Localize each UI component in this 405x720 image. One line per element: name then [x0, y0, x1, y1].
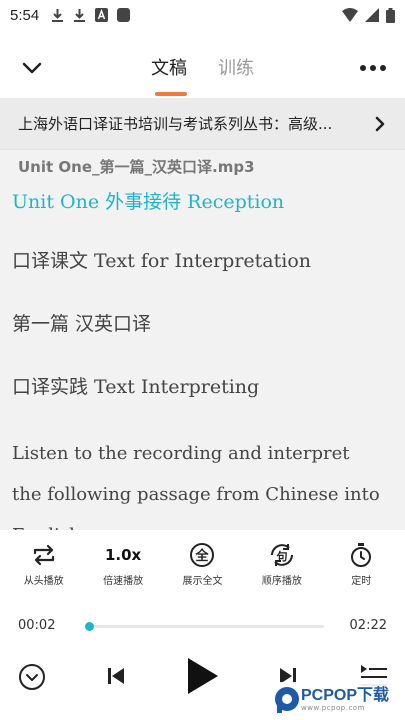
seek-track[interactable] — [85, 622, 324, 631]
tab-bar: 文稿 训练 — [0, 54, 405, 80]
transcript-line[interactable]: 口译课文 Text for Interpretation — [12, 246, 393, 273]
watermark-url: www.pcpop.com — [301, 704, 365, 712]
current-time: 00:02 — [18, 618, 56, 633]
sequential-play-icon: 句 — [270, 544, 293, 566]
pcpop-logo-icon — [275, 687, 299, 713]
progress-bar: 00:02 02:22 — [0, 616, 405, 638]
top-nav: 文稿 训练 — [0, 40, 405, 96]
transcript-area: 上海外语口译证书培训与考试系列丛书：高级... Unit One_第一篇_汉英口… — [0, 98, 405, 530]
collapse-icon[interactable] — [18, 663, 46, 691]
show-full-text-button[interactable]: 全 展示全文 — [166, 540, 238, 600]
play-icon[interactable] — [184, 656, 220, 696]
wifi-icon — [342, 8, 358, 22]
font-icon — [95, 8, 109, 22]
transcript-line[interactable]: 口译实践 Text Interpreting — [12, 372, 393, 399]
transcript-line-current[interactable]: Unit One 外事接待 Reception — [12, 187, 393, 214]
playback-options: 从头播放 1.0x 倍速播放 全 展示全文 句 顺序播放 定时 — [0, 540, 405, 600]
status-time: 5:54 — [10, 6, 40, 24]
seek-handle[interactable] — [85, 622, 95, 631]
previous-icon[interactable] — [106, 666, 126, 686]
control-label: 从头播放 — [23, 576, 64, 587]
download-icon — [74, 9, 86, 22]
transcript-text: Unit One 外事接待 Reception 口译课文 Text for In… — [0, 187, 405, 530]
download-icon — [52, 9, 64, 22]
app-icon — [117, 8, 131, 22]
transcript-line-text: English. — [12, 515, 393, 530]
full-text-icon: 全 — [190, 543, 215, 567]
sequential-play-button[interactable]: 句 顺序播放 — [246, 540, 318, 600]
transcript-line-text: the following passage from Chinese into — [12, 484, 380, 505]
control-label: 定时 — [351, 576, 372, 587]
watermark: PCPOP下载 www.pcpop.com — [273, 682, 401, 718]
total-time: 02:22 — [349, 618, 387, 633]
transcript-line[interactable]: Listen to the recording and interpret th… — [12, 433, 393, 530]
full-text-glyph: 全 — [195, 548, 210, 564]
control-label: 倍速播放 — [103, 576, 144, 587]
status-bar: 5:54 — [0, 0, 405, 30]
transcript-line[interactable]: 第一篇 汉英口译 — [12, 309, 393, 336]
watermark-brand: PCPOP下载 — [301, 687, 390, 704]
signal-icon — [365, 8, 379, 22]
tab-indicator — [155, 92, 187, 96]
more-options-icon[interactable] — [359, 64, 387, 72]
sequential-glyph: 句 — [276, 549, 287, 563]
replay-from-start-button[interactable]: 从头播放 — [8, 540, 80, 600]
timer-icon — [351, 543, 372, 567]
repeat-icon — [33, 544, 54, 566]
chevron-right-icon — [375, 116, 385, 131]
control-label: 展示全文 — [182, 576, 223, 587]
playback-speed-button[interactable]: 1.0x 倍速播放 — [87, 540, 159, 600]
audio-file-name: Unit One_第一篇_汉英口译.mp3 — [18, 158, 255, 176]
timer-button[interactable]: 定时 — [325, 540, 397, 600]
speed-value: 1.0x — [104, 546, 142, 564]
book-link[interactable]: 上海外语口译证书培训与考试系列丛书：高级... — [0, 98, 405, 150]
battery-icon — [386, 7, 395, 23]
control-label: 顺序播放 — [261, 576, 302, 587]
tab-training[interactable]: 训练 — [218, 54, 254, 80]
tab-transcript[interactable]: 文稿 — [151, 54, 187, 80]
transcript-line-text: Listen to the recording and interpret — [12, 443, 350, 464]
book-title: 上海外语口译证书培训与考试系列丛书：高级... — [18, 115, 333, 133]
